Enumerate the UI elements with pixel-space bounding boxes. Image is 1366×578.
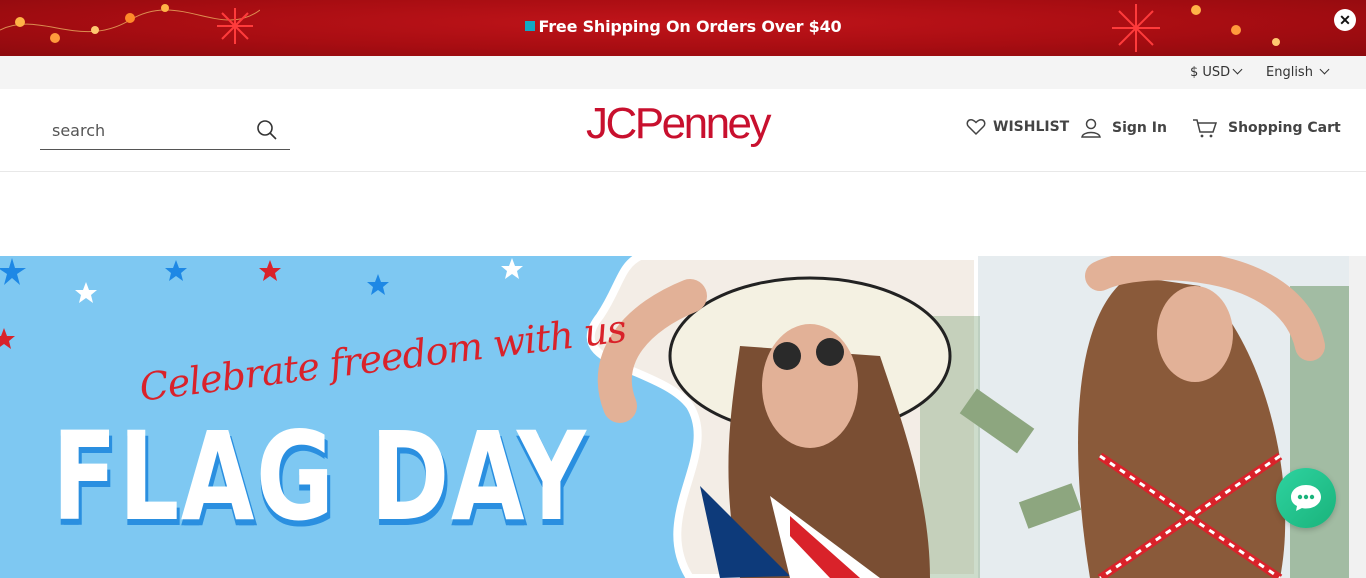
chat-bubble-icon xyxy=(1291,485,1321,511)
utility-bar: $ USD English xyxy=(0,56,1366,89)
promo-message: Free Shipping On Orders Over $40 xyxy=(0,17,1366,36)
heart-icon xyxy=(966,118,986,136)
language-selector[interactable]: English xyxy=(1266,64,1330,80)
close-promo-button[interactable]: ✕ xyxy=(1334,9,1356,31)
page-scrollbar[interactable] xyxy=(1349,256,1366,578)
flag-icon xyxy=(524,21,535,31)
promo-text: Free Shipping On Orders Over $40 xyxy=(538,17,842,36)
flag-day-banner[interactable]: Celebrate freedom with us FLAG DAY xyxy=(0,256,1349,578)
chevron-down-icon xyxy=(1319,64,1330,75)
chat-button[interactable] xyxy=(1276,468,1336,528)
search-input[interactable] xyxy=(52,119,242,141)
signin-link[interactable]: Sign In xyxy=(1080,118,1167,138)
user-icon xyxy=(1081,118,1101,138)
language-label: English xyxy=(1266,65,1313,80)
wishlist-label: WISHLIST xyxy=(993,119,1070,135)
currency-selector[interactable]: $ USD xyxy=(1190,64,1243,80)
site-header: JCPenney WISHLIST Sign In Shopping Cart xyxy=(0,89,1366,172)
site-logo[interactable]: JCPenney xyxy=(586,99,782,155)
banner-headline: FLAG DAY xyxy=(52,406,588,548)
currency-label: $ USD xyxy=(1190,65,1231,80)
wishlist-link[interactable]: WISHLIST xyxy=(966,118,1069,136)
promo-bar: Free Shipping On Orders Over $40 ✕ xyxy=(0,0,1366,56)
cart-label: Shopping Cart xyxy=(1228,120,1341,136)
shopping-cart-link[interactable]: Shopping Cart xyxy=(1192,118,1341,138)
signin-label: Sign In xyxy=(1112,120,1167,136)
cart-icon xyxy=(1193,119,1218,138)
chevron-down-icon xyxy=(1232,64,1243,75)
model-photo-left xyxy=(597,276,952,578)
search-box xyxy=(40,111,290,150)
search-icon[interactable] xyxy=(256,119,278,141)
